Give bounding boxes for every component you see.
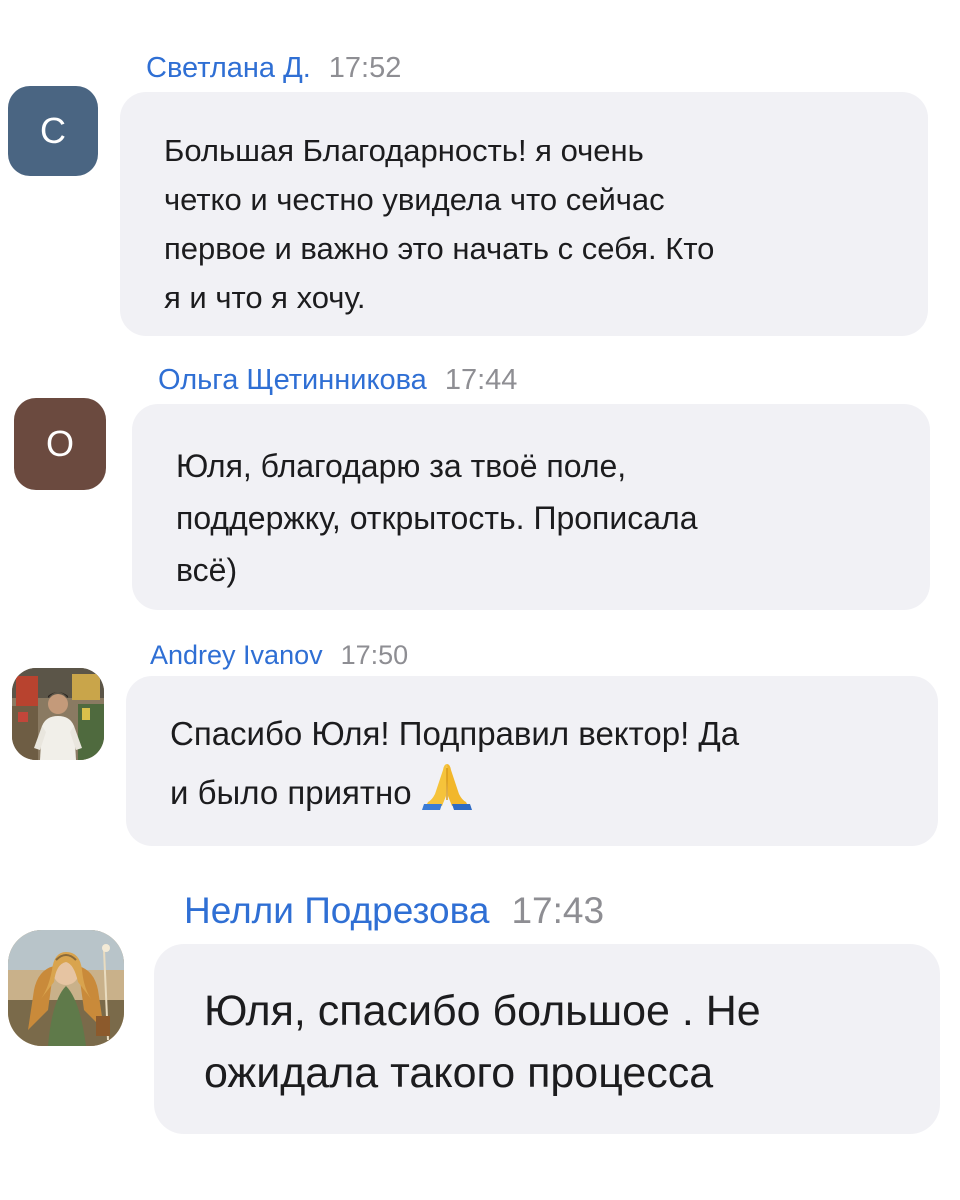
message-time: 17:43 (511, 890, 605, 931)
chat-message: Нелли Подрезова 17:43 Юля, спасибо большо… (0, 0, 960, 1140)
message-text: Юля, спасибо большое . Не ожидала такого… (204, 987, 761, 1097)
painting-photo-avatar (8, 930, 124, 1046)
avatar[interactable] (8, 930, 124, 1046)
message-bubble[interactable]: Юля, спасибо большое . Не ожидала такого… (154, 944, 940, 1134)
author-name[interactable]: Нелли Подрезова (184, 890, 489, 931)
message-header: Нелли Подрезова 17:43 (184, 890, 604, 932)
